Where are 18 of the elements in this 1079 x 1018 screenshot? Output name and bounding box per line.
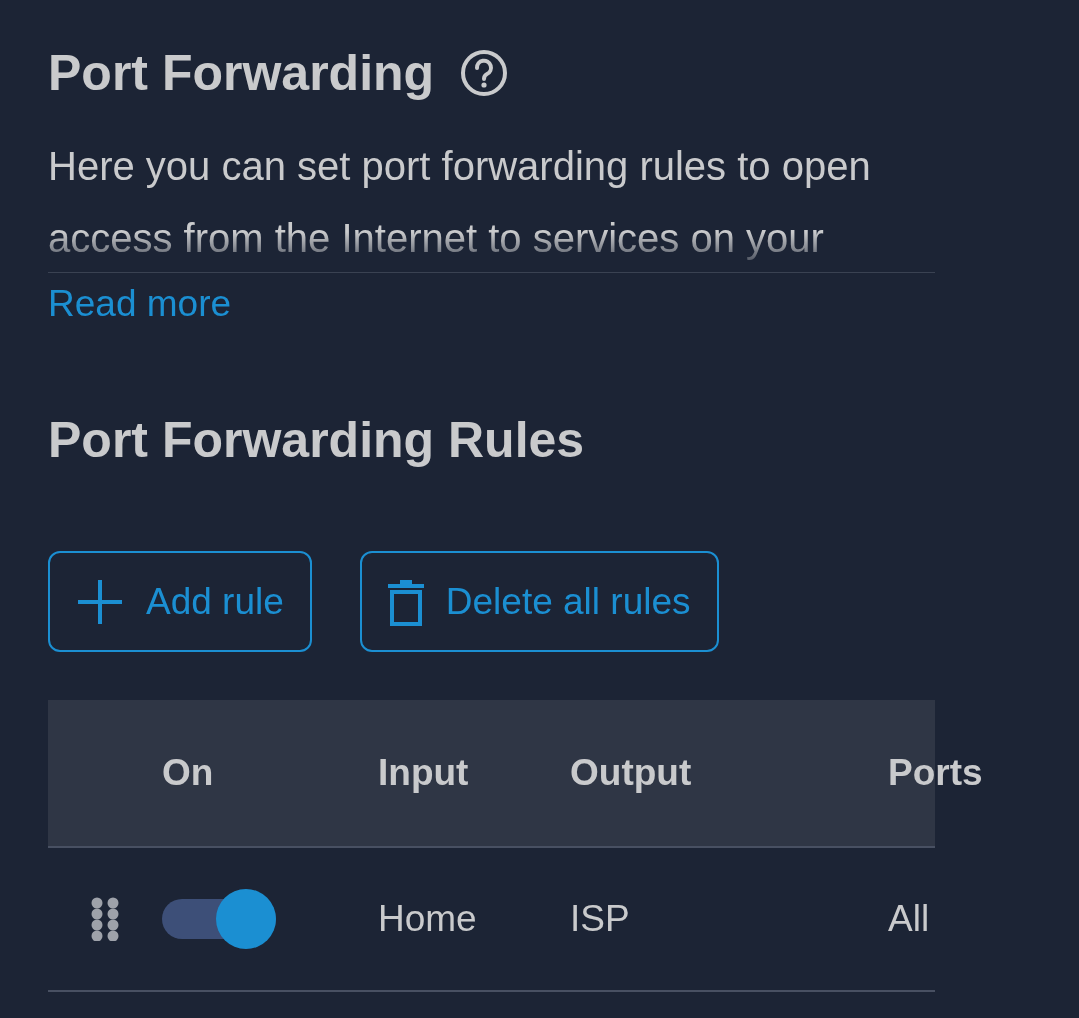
table-cell-text: Home [378,898,478,940]
page-title: Port Forwarding [48,44,435,102]
toggle-switch[interactable] [162,889,276,949]
drag-handle-icon[interactable] [90,897,120,941]
help-icon[interactable] [460,49,509,97]
column-header: Output [570,752,693,794]
plus-icon [76,577,124,626]
column-header: On [162,752,215,794]
read-more-link[interactable]: Read more [48,283,232,325]
column-header: Input [378,752,470,794]
table-cell-text: ISP [570,898,631,940]
trash-icon [387,577,424,626]
description-text: Here you can set port forwarding rules to open access from the Internet to services on your [48,143,872,262]
section-title: Port Forwarding Rules [48,411,586,470]
table-cell-text: All [888,898,931,940]
add-rule-button[interactable]: Add rule [48,551,312,652]
delete-all-button[interactable]: Delete all rules [359,551,719,652]
column-header: Ports [888,752,983,794]
